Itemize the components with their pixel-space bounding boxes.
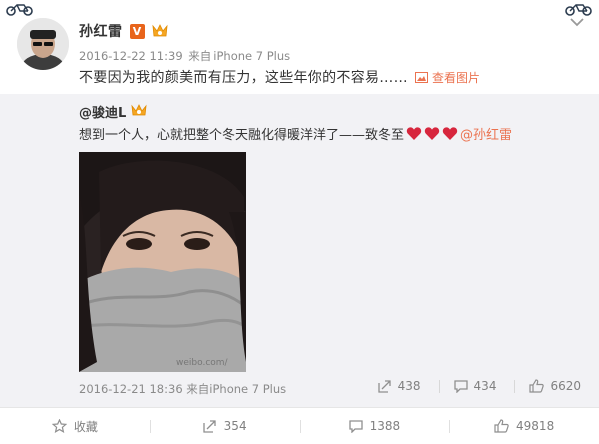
- post-timestamp[interactable]: 2016-12-22 11:39: [79, 49, 183, 63]
- post-meta: 2016-12-22 11:39 来自 iPhone 7 Plus: [79, 48, 292, 64]
- vip-icon: [151, 23, 168, 36]
- comment-icon: [348, 419, 363, 433]
- like-icon: [529, 379, 545, 393]
- comment-icon: [453, 379, 468, 393]
- avatar[interactable]: [17, 18, 69, 70]
- source-prefix: 来自: [188, 49, 212, 63]
- watermark: weibo.com/: [176, 358, 228, 368]
- verified-icon: V: [129, 23, 145, 39]
- heart-icon: [442, 127, 458, 140]
- post-text: 不要因为我的颜美而有压力，这些年你的不容易……: [79, 70, 408, 86]
- image-icon: [415, 72, 428, 83]
- divider: [438, 379, 440, 393]
- author-name[interactable]: 孙红雷: [79, 21, 123, 41]
- divider: [514, 379, 516, 393]
- repost-icon: [377, 379, 391, 393]
- repost-like-button[interactable]: 6620: [529, 379, 581, 393]
- repost-timestamp[interactable]: 2016-12-21 18:36: [79, 382, 183, 396]
- repost-author-row: @骏迪L: [79, 102, 149, 121]
- photo-image: [79, 152, 246, 372]
- repost-icon: [203, 419, 216, 433]
- author-row: 孙红雷 V: [79, 21, 170, 41]
- repost-repost-button[interactable]: 438: [377, 379, 421, 393]
- like-icon: [494, 419, 509, 433]
- heart-icon: [406, 127, 422, 140]
- bike-icon: [565, 4, 592, 16]
- favorite-label: 收藏: [73, 419, 98, 434]
- comment-button-count: 1388: [369, 419, 401, 433]
- avatar-image: [17, 18, 69, 70]
- repost-button[interactable]: 354: [149, 408, 300, 444]
- repost-count: 438: [397, 379, 421, 393]
- like-button[interactable]: 49818: [449, 408, 599, 444]
- view-pictures-label: 查看图片: [432, 71, 481, 85]
- repost-stats: 438 434 6620: [360, 379, 581, 393]
- comment-count: 434: [473, 379, 497, 393]
- bike-icon: [6, 4, 33, 16]
- mention-link[interactable]: @孙红雷: [460, 124, 512, 143]
- post-photo[interactable]: [79, 152, 246, 372]
- action-bar: 收藏 354 1388 49818: [0, 407, 599, 444]
- chevron-down-icon[interactable]: [569, 16, 585, 28]
- repost-meta: 2016-12-21 18:36 来自iPhone 7 Plus: [79, 381, 286, 397]
- weibo-post: 孙红雷 V 2016-12-22 11:39 来自 iPhone 7 Plus 不…: [0, 0, 599, 444]
- star-icon: [51, 419, 67, 433]
- vip-icon: [131, 104, 147, 116]
- like-button-count: 49818: [516, 419, 555, 433]
- repost-text-row: 想到一个人，心就把整个冬天融化得暖洋洋了——致冬至 @孙红雷: [79, 124, 512, 143]
- repost-box: @骏迪L 想到一个人，心就把整个冬天融化得暖洋洋了——致冬至 @孙红雷 weib…: [0, 94, 599, 407]
- repost-source: iPhone 7 Plus: [209, 382, 287, 396]
- heart-icon: [424, 127, 440, 140]
- repost-button-count: 354: [223, 419, 247, 433]
- like-count: 6620: [550, 379, 581, 393]
- repost-author[interactable]: @骏迪L: [79, 102, 126, 121]
- favorite-button[interactable]: 收藏: [0, 408, 150, 444]
- post-source: iPhone 7 Plus: [213, 49, 291, 63]
- view-pictures-link[interactable]: 查看图片: [415, 69, 480, 86]
- repost-comment-button[interactable]: 434: [453, 379, 497, 393]
- repost-text: 想到一个人，心就把整个冬天融化得暖洋洋了——致冬至: [79, 128, 405, 143]
- comment-button[interactable]: 1388: [299, 408, 450, 444]
- source-prefix: 来自: [186, 382, 210, 396]
